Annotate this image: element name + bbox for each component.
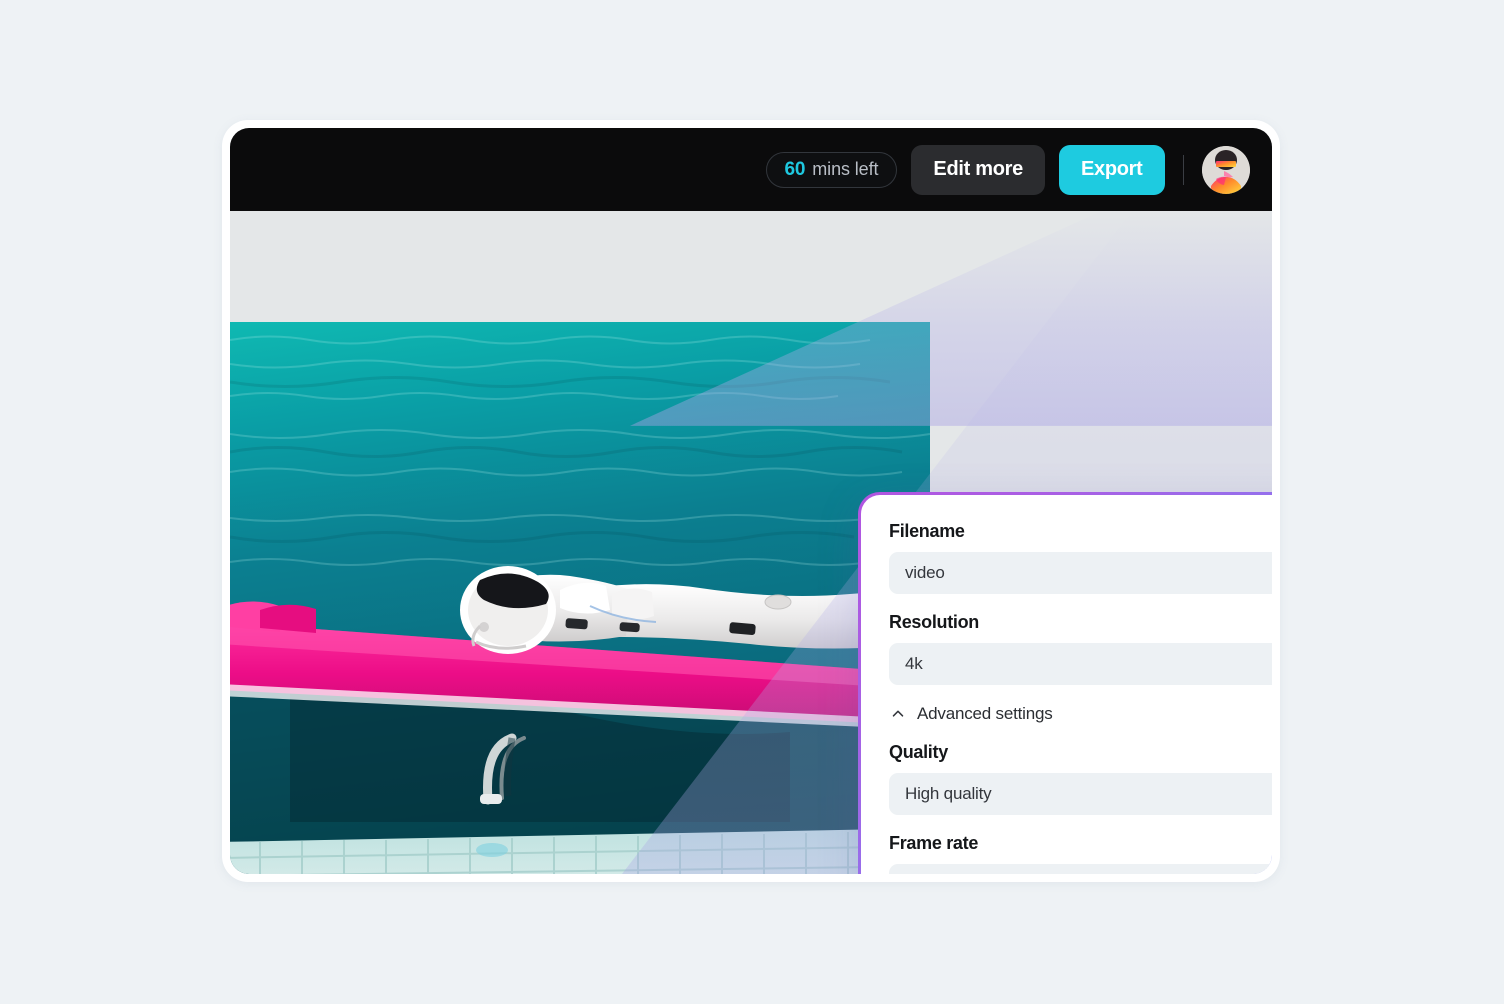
export-button-toolbar[interactable]: Export (1058, 144, 1165, 195)
advanced-settings-label: Advanced settings (917, 704, 1053, 723)
app-window-inner: 60 mins left Edit more Export Filename v… (230, 128, 1272, 874)
video-preview-image (230, 322, 930, 874)
top-toolbar: 60 mins left Edit more Export (230, 128, 1272, 211)
quality-label: Quality (889, 742, 948, 762)
editor-canvas: Filename video Resolution 4k Advanced se… (230, 211, 1272, 874)
credits-unit-label: mins left (812, 159, 879, 179)
filename-label: Filename (889, 521, 965, 541)
advanced-settings-toggle[interactable]: Advanced settings (889, 704, 1272, 724)
avatar-image (1202, 145, 1250, 194)
resolution-select[interactable]: 4k (889, 643, 1272, 685)
resolution-label: Resolution (889, 612, 979, 632)
resolution-value: 4k (905, 654, 923, 673)
chevron-up-icon (892, 710, 904, 717)
edit-more-button[interactable]: Edit more (911, 144, 1045, 195)
frame-rate-label: Frame rate (889, 833, 979, 853)
quality-select[interactable]: High quality (889, 773, 1272, 815)
avatar[interactable] (1202, 145, 1250, 194)
export-dialog-body: Filename video Resolution 4k Advanced se… (861, 495, 1272, 874)
filename-input[interactable]: video (889, 552, 1272, 594)
export-settings-dialog: Filename video Resolution 4k Advanced se… (858, 492, 1272, 874)
video-preview[interactable] (230, 322, 930, 874)
frame-rate-select[interactable]: 60fps (889, 864, 1272, 874)
app-window: 60 mins left Edit more Export Filename v… (222, 120, 1280, 882)
quality-value: High quality (905, 784, 992, 803)
toolbar-divider (1182, 154, 1184, 185)
credits-number: 60 (784, 158, 806, 180)
credits-badge: 60 mins left (765, 151, 898, 188)
